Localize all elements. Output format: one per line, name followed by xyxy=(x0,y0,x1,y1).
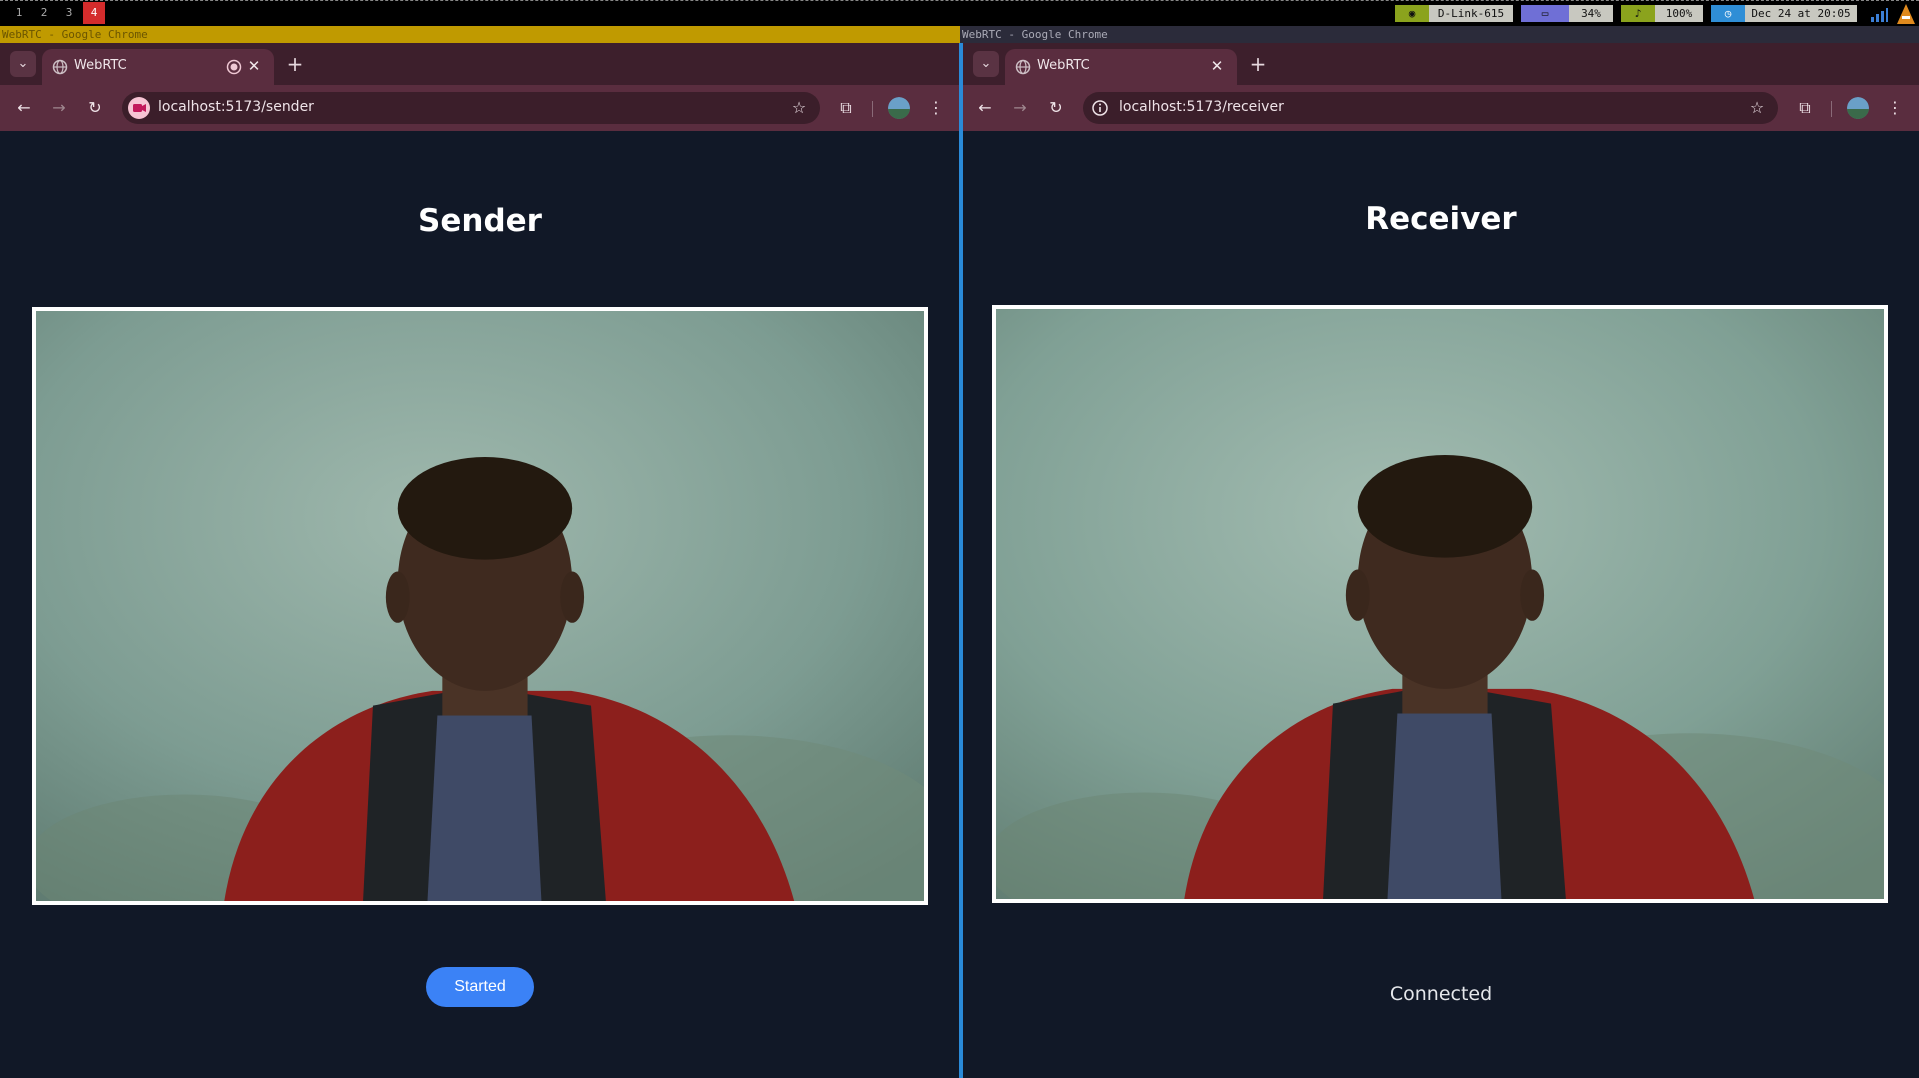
tab-webrtc[interactable]: WebRTC ✕ xyxy=(1005,49,1237,85)
tray-app-icon[interactable] xyxy=(1896,3,1916,25)
new-tab-button[interactable]: + xyxy=(282,51,308,77)
workspace-4[interactable]: 4 xyxy=(83,2,105,24)
clock: Dec 24 at 20:05 xyxy=(1745,5,1857,22)
camera-permission-icon[interactable] xyxy=(128,97,150,119)
address-bar[interactable]: localhost:5173/receiver ☆ xyxy=(1083,92,1778,124)
volume-status: 100% xyxy=(1655,5,1703,22)
connection-status: Connected xyxy=(1389,983,1493,1005)
menu-kebab-icon[interactable]: ⋮ xyxy=(922,94,950,122)
toolbar-separator xyxy=(872,101,873,117)
memory-icon: ▭ xyxy=(1521,5,1569,22)
tab-webrtc[interactable]: WebRTC ✕ xyxy=(42,49,274,85)
recording-icon xyxy=(226,59,242,75)
menu-kebab-icon[interactable]: ⋮ xyxy=(1881,94,1909,122)
sender-page: Sender Started xyxy=(0,131,960,1078)
system-bar: 1 2 3 4 ◉ D-Link-615 ▭ 34% ♪ 100% ◷ Dec … xyxy=(0,0,1919,26)
forward-button[interactable]: → xyxy=(45,94,73,122)
window-title-left: WebRTC - Google Chrome xyxy=(0,26,960,43)
bookmark-star-icon[interactable]: ☆ xyxy=(788,97,810,119)
tab-strip: ⌄ WebRTC ✕ + xyxy=(963,43,1919,85)
new-tab-button[interactable]: + xyxy=(1245,51,1271,77)
tab-title: WebRTC xyxy=(1037,58,1090,73)
browser-toolbar: ← → ↻ localhost:5173/sender ☆ ⧉ ⋮ xyxy=(0,85,960,131)
globe-icon xyxy=(1015,59,1031,75)
workspace-2[interactable]: 2 xyxy=(33,2,55,24)
close-tab-icon[interactable]: ✕ xyxy=(244,56,264,76)
tab-search-button[interactable]: ⌄ xyxy=(10,51,36,77)
tab-strip: ⌄ WebRTC ✕ + xyxy=(0,43,960,85)
back-button[interactable]: ← xyxy=(10,94,38,122)
profile-avatar[interactable] xyxy=(1847,97,1869,119)
workspace-1[interactable]: 1 xyxy=(8,2,30,24)
memory-status: 34% xyxy=(1569,5,1613,22)
page-title: Receiver xyxy=(1365,201,1517,237)
window-title-right: WebRTC - Google Chrome xyxy=(960,26,1919,43)
profile-avatar[interactable] xyxy=(888,97,910,119)
bookmark-star-icon[interactable]: ☆ xyxy=(1746,97,1768,119)
globe-icon xyxy=(52,59,68,75)
reload-button[interactable]: ↻ xyxy=(81,94,109,122)
extensions-icon[interactable]: ⧉ xyxy=(1791,94,1819,122)
tab-search-button[interactable]: ⌄ xyxy=(973,51,999,77)
back-button[interactable]: ← xyxy=(971,94,999,122)
receiver-browser-window: ⌄ WebRTC ✕ + ← → ↻ localhost:5173/receiv… xyxy=(961,43,1919,1078)
receiver-page: Receiver Connected xyxy=(963,131,1919,1078)
info-icon[interactable] xyxy=(1089,97,1111,119)
volume-icon: ♪ xyxy=(1621,5,1655,22)
browser-toolbar: ← → ↻ localhost:5173/receiver ☆ ⧉ ⋮ xyxy=(963,85,1919,131)
workspace-3[interactable]: 3 xyxy=(58,2,80,24)
network-status: D-Link-615 xyxy=(1429,5,1513,22)
page-title: Sender xyxy=(418,203,542,239)
remote-video xyxy=(992,305,1888,903)
signal-icon xyxy=(1870,6,1888,22)
sender-browser-window: ⌄ WebRTC ✕ + ← → ↻ localhost:5173/sender… xyxy=(0,43,960,1078)
start-button[interactable]: Started xyxy=(426,967,534,1007)
forward-button[interactable]: → xyxy=(1006,94,1034,122)
clock-icon: ◷ xyxy=(1711,5,1745,22)
url-text: localhost:5173/sender xyxy=(158,99,314,115)
address-bar[interactable]: localhost:5173/sender ☆ xyxy=(122,92,820,124)
url-text: localhost:5173/receiver xyxy=(1119,99,1284,115)
toolbar-separator xyxy=(1831,101,1832,117)
extensions-icon[interactable]: ⧉ xyxy=(832,94,860,122)
close-tab-icon[interactable]: ✕ xyxy=(1207,56,1227,76)
wifi-icon: ◉ xyxy=(1395,5,1429,22)
reload-button[interactable]: ↻ xyxy=(1042,94,1070,122)
tab-title: WebRTC xyxy=(74,58,127,73)
local-video xyxy=(32,307,928,905)
